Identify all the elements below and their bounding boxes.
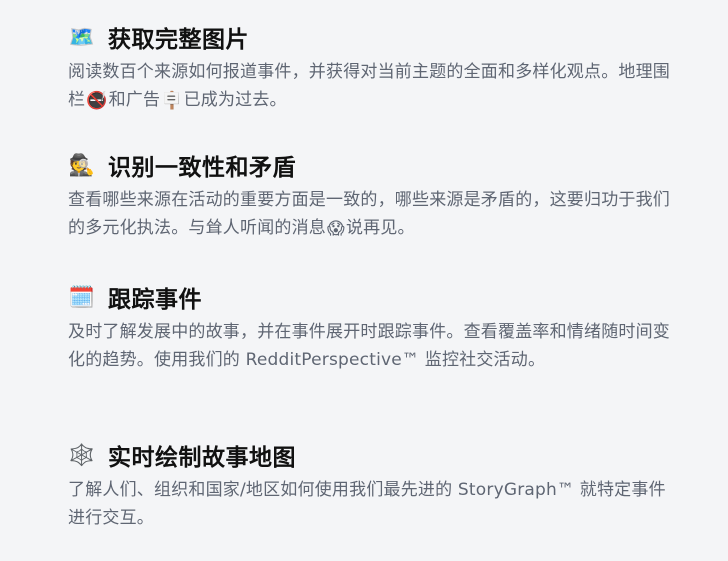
- calendar-icon: 🗓️: [68, 284, 96, 309]
- feature-heading: 🗺️ 获取完整图片: [68, 20, 678, 54]
- description-text: 说再见。: [345, 218, 415, 238]
- feature-heading: 🕵️ 识别一致性和矛盾: [68, 148, 678, 182]
- no-entry-icon: 🚭: [86, 91, 108, 111]
- screaming-face-icon: 😱: [327, 219, 345, 239]
- feature-description: 了解人们、组织和国家/地区如何使用我们最先进的 StoryGraph™ 就特定事…: [68, 480, 666, 528]
- feature-story-map: 🕸️ 实时绘制故事地图 了解人们、组织和国家/地区如何使用我们最先进的 Stor…: [68, 438, 678, 532]
- feature-title: 获取完整图片: [108, 27, 249, 53]
- feature-title: 识别一致性和矛盾: [108, 155, 296, 181]
- feature-complete-picture: 🗺️ 获取完整图片 阅读数百个来源如何报道事件，并获得对当前主题的全面和多样化观…: [68, 20, 678, 115]
- detective-icon: 🕵️: [68, 152, 96, 177]
- feature-description: 查看哪些来源在活动的重要方面是一致的，哪些来源是矛盾的，这要归功于我们的多元化执…: [68, 186, 678, 243]
- feature-title: 实时绘制故事地图: [108, 445, 296, 471]
- spider-web-icon: 🕸️: [68, 442, 96, 467]
- feature-heading: 🕸️ 实时绘制故事地图: [68, 438, 678, 472]
- feature-description: 及时了解发展中的故事，并在事件展开时跟踪事件。查看覆盖率和情绪随时间变化的趋势。…: [68, 322, 670, 370]
- feature-heading: 🗓️ 跟踪事件: [68, 280, 678, 314]
- placard-icon: 🪧: [161, 91, 183, 111]
- description-text: 已成为过去。: [183, 90, 287, 110]
- feature-description: 阅读数百个来源如何报道事件，并获得对当前主题的全面和多样化观点。地理围栏🚭和广告…: [68, 58, 678, 115]
- feature-identify-consistency: 🕵️ 识别一致性和矛盾 查看哪些来源在活动的重要方面是一致的，哪些来源是矛盾的，…: [68, 148, 678, 243]
- feature-title: 跟踪事件: [108, 287, 202, 313]
- description-text: 和广告: [108, 90, 161, 110]
- map-icon: 🗺️: [68, 24, 96, 49]
- features-list: 🗺️ 获取完整图片 阅读数百个来源如何报道事件，并获得对当前主题的全面和多样化观…: [0, 0, 728, 561]
- feature-track-events: 🗓️ 跟踪事件 及时了解发展中的故事，并在事件展开时跟踪事件。查看覆盖率和情绪随…: [68, 280, 678, 374]
